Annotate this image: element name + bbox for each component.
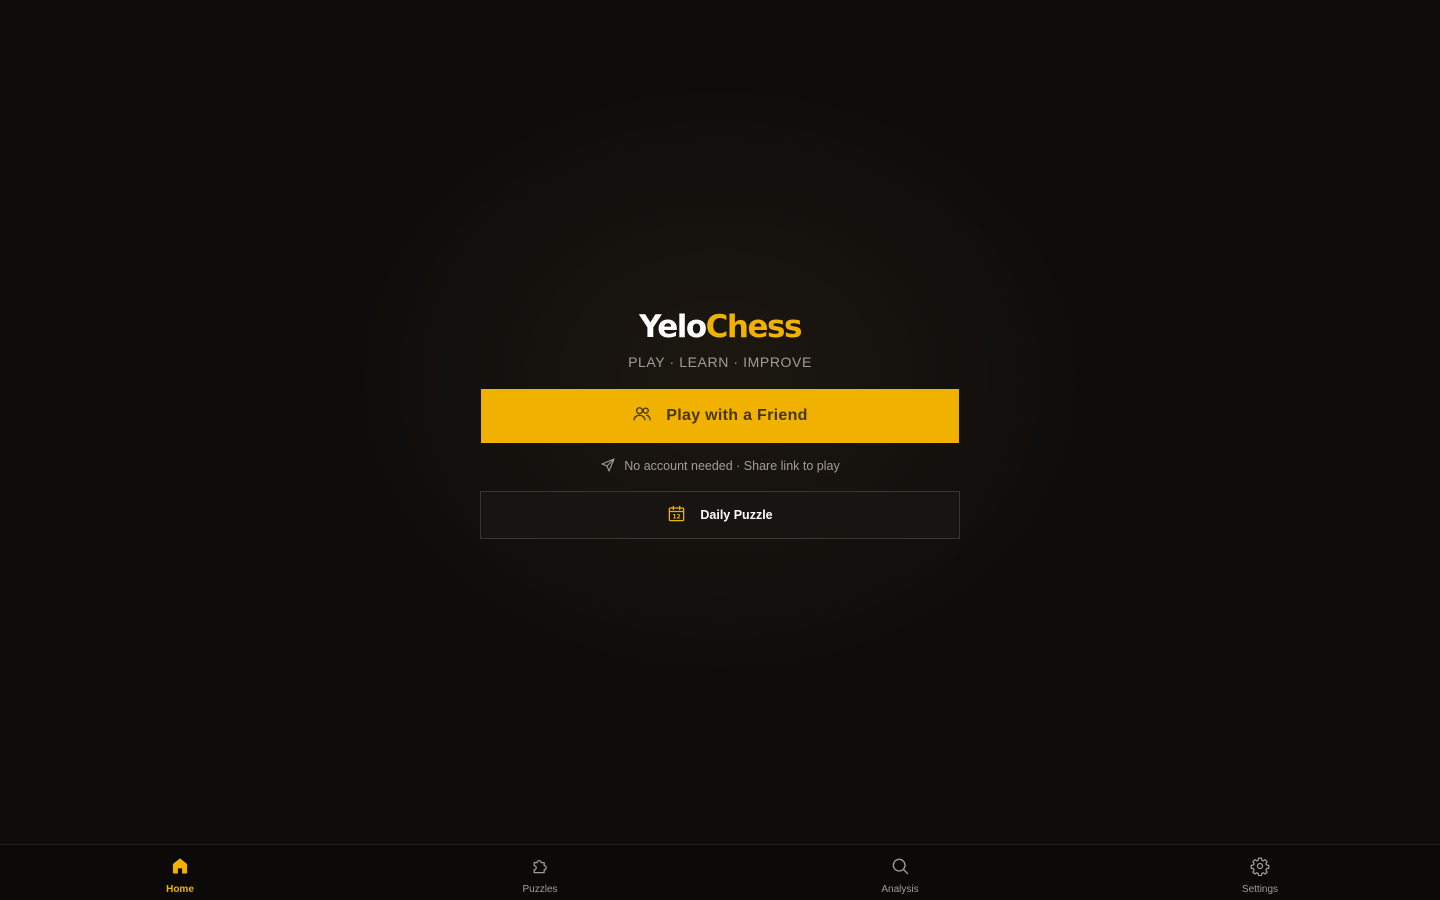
home-icon <box>170 856 190 881</box>
daily-puzzle-label: Daily Puzzle <box>700 508 773 522</box>
calendar-icon-day: 12 <box>673 514 681 521</box>
app-logo: YeloChess <box>639 306 803 348</box>
play-with-friend-button[interactable]: Play with a Friend <box>481 389 959 443</box>
share-hint-text: No account needed · Share link to play <box>624 459 840 473</box>
logo-part-yelo: Yelo <box>639 309 707 345</box>
tab-home-label: Home <box>166 884 194 895</box>
tab-analysis-label: Analysis <box>881 884 919 895</box>
bottom-tab-bar: Home Puzzles Analysis Settings <box>0 844 1440 900</box>
home-screen: YeloChess PLAY · LEARN · IMPROVE Play wi… <box>0 0 1440 900</box>
tab-home[interactable]: Home <box>0 845 360 900</box>
tab-settings[interactable]: Settings <box>1080 845 1440 900</box>
tagline: PLAY · LEARN · IMPROVE <box>628 354 812 370</box>
tab-puzzles-label: Puzzles <box>522 884 558 895</box>
hero-section: YeloChess PLAY · LEARN · IMPROVE Play wi… <box>480 306 960 539</box>
tab-puzzles[interactable]: Puzzles <box>360 845 720 900</box>
tab-analysis[interactable]: Analysis <box>720 845 1080 900</box>
gear-icon <box>1250 856 1270 881</box>
puzzle-icon <box>530 856 550 881</box>
search-icon <box>890 856 910 881</box>
calendar-icon: 12 <box>667 504 686 526</box>
logo-part-chess: Chess <box>705 309 803 345</box>
play-with-friend-label: Play with a Friend <box>666 407 808 424</box>
share-hint: No account needed · Share link to play <box>600 456 840 476</box>
daily-puzzle-button[interactable]: 12 Daily Puzzle <box>480 491 960 539</box>
send-icon <box>600 457 616 476</box>
users-icon <box>632 404 652 429</box>
tab-settings-label: Settings <box>1241 884 1279 895</box>
